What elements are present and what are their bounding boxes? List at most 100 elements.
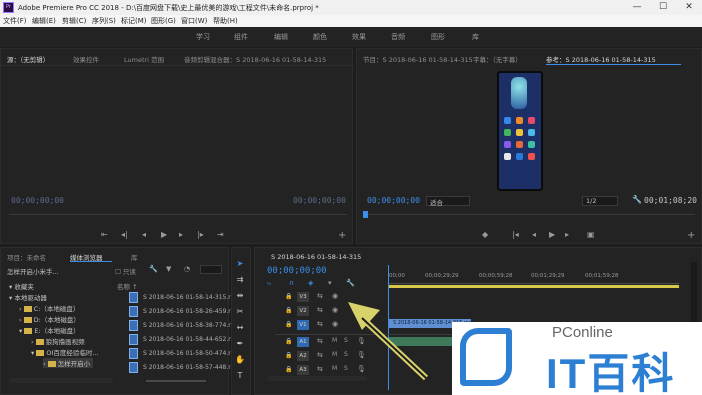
menu-window[interactable]: 窗口(W) (181, 16, 207, 26)
play-icon[interactable]: ▶ (161, 230, 167, 239)
tree-item[interactable]: ▾ E:（本地磁盘） (19, 325, 80, 335)
file-item[interactable]: S 2018-06-16 01-58-14-315.r (143, 294, 231, 301)
tree-item[interactable]: ▾ 收藏夹 (9, 281, 34, 291)
sync-lock-icon[interactable]: ⇆ (317, 365, 323, 373)
view-icon[interactable]: ◔ (184, 265, 190, 273)
file-item[interactable]: S 2018-06-16 01-58-50-474.r (143, 350, 231, 357)
mark-in-icon[interactable]: ⇤ (101, 230, 108, 239)
program-timecode[interactable]: 00;00;00;00 (367, 196, 420, 205)
add-button-icon[interactable]: + (338, 230, 346, 241)
lock-icon[interactable]: 🔒 (285, 307, 292, 314)
workspace-graphics[interactable]: 图形 (431, 32, 445, 42)
snap-icon[interactable]: ⤷ (267, 279, 271, 288)
menu-help[interactable]: 帮助(H) (213, 16, 238, 26)
file-item[interactable]: S 2018-06-16 01-58-26-459.r (143, 308, 231, 315)
fit-dropdown[interactable]: 适合 (426, 196, 470, 207)
workspace-editing[interactable]: 编辑 (274, 32, 288, 42)
menu-file[interactable]: 文件(F) (3, 16, 27, 26)
tab-effect-controls[interactable]: 效果控件 (73, 54, 99, 64)
tab-reference[interactable]: 参考：S 2018-06-16 01-58-14-315 (546, 54, 656, 64)
source-scrub-bar[interactable] (9, 214, 347, 215)
file-item[interactable]: S 2018-06-16 01-58-57-448.r (143, 364, 231, 371)
add-button-icon[interactable]: + (687, 230, 695, 241)
tree-item-selected[interactable]: › 怎样开启小 (43, 358, 94, 368)
lock-icon[interactable]: 🔒 (285, 352, 292, 359)
time-ruler[interactable] (389, 283, 679, 284)
play-icon[interactable]: ▶ (549, 230, 555, 239)
workspace-learn[interactable]: 学习 (196, 32, 210, 42)
program-scrub-bar[interactable] (365, 214, 695, 215)
tab-lumetri-scopes[interactable]: Lumetri 范围 (124, 54, 164, 64)
linked-selection-icon[interactable]: ∩ (289, 279, 294, 287)
workspace-effects[interactable]: 效果 (352, 32, 366, 42)
marker-icon[interactable]: ◆ (482, 230, 488, 239)
selection-tool-icon[interactable]: ➤ (235, 259, 245, 269)
tab-captions[interactable]: 字幕：（无字幕） (473, 54, 522, 64)
track-select-tool-icon[interactable]: ⇉ (235, 275, 245, 285)
lock-icon[interactable]: 🔒 (285, 293, 292, 300)
export-frame-icon[interactable]: ▣ (587, 230, 595, 239)
wrench-icon[interactable]: 🔧 (632, 195, 642, 204)
workspace-audio[interactable]: 音频 (391, 32, 405, 42)
eye-icon[interactable]: ◉ (332, 306, 338, 314)
step-back-icon[interactable]: ◂| (121, 230, 128, 239)
minimize-button[interactable]: — (624, 0, 650, 15)
razor-tool-icon[interactable]: ✂ (235, 307, 245, 317)
sync-lock-icon[interactable]: ⇆ (317, 292, 323, 300)
sync-lock-icon[interactable]: ⇆ (317, 337, 323, 345)
settings-wrench-icon[interactable]: 🔧 (346, 279, 355, 287)
menu-edit[interactable]: 编辑(E) (32, 16, 56, 26)
step-forward-frame-icon[interactable]: ▸ (179, 230, 183, 239)
step-forward-icon[interactable]: |▸ (197, 230, 204, 239)
track-label-v1[interactable]: V1 (297, 320, 309, 330)
tree-item[interactable]: ▾ OI百度经验临时... (31, 347, 99, 357)
tree-item[interactable]: › C:（本地磁盘） (19, 303, 79, 313)
readonly-checkbox[interactable]: ☐ 只读 (115, 266, 136, 276)
slip-tool-icon[interactable]: ↔ (235, 323, 245, 333)
track-label-a2[interactable]: A2 (297, 351, 309, 361)
type-tool-icon[interactable]: T (235, 371, 245, 381)
work-area-bar[interactable] (389, 285, 679, 288)
sync-lock-icon[interactable]: ⇆ (317, 320, 323, 328)
name-column-header[interactable]: 名称 ↑ (117, 281, 138, 291)
workspace-color[interactable]: 颜色 (313, 32, 327, 42)
playhead-marker[interactable] (363, 211, 368, 218)
sync-lock-icon[interactable]: ⇆ (317, 351, 323, 359)
tab-sequence[interactable]: S 2018-06-16 01-58-14-315 (271, 253, 361, 261)
lock-icon[interactable]: 🔒 (285, 321, 292, 328)
path-dropdown[interactable]: 怎样开启小米手... (7, 266, 87, 276)
tab-program[interactable]: 节目：S 2018-06-16 01-58-14-315 (363, 54, 473, 64)
source-timecode-in[interactable]: 00;00;00;00 (11, 196, 64, 205)
tree-item[interactable]: › D:（本地磁盘） (19, 314, 80, 324)
track-label-v3[interactable]: V3 (297, 292, 309, 302)
add-marker-icon[interactable]: ◈ (308, 279, 313, 287)
workspace-assembly[interactable]: 组件 (234, 32, 248, 42)
tab-source[interactable]: 源：（无剪辑） (7, 54, 49, 64)
insert-icon[interactable]: ⇥ (217, 230, 224, 239)
pen-tool-icon[interactable]: ✒ (235, 339, 245, 349)
tree-item[interactable]: › 狼狗撸画视频 (31, 336, 85, 346)
tree-item[interactable]: ▾ 本地驱动器 (9, 292, 47, 302)
maximize-button[interactable]: ☐ (650, 0, 676, 15)
eye-icon[interactable]: ◉ (332, 292, 338, 300)
hand-tool-icon[interactable]: ✋ (235, 355, 245, 365)
menu-marker[interactable]: 标记(M) (121, 16, 147, 26)
tab-project[interactable]: 项目：未命名 (7, 252, 46, 262)
menu-graphics[interactable]: 图形(G) (151, 16, 176, 26)
track-label-a3[interactable]: A3 (297, 365, 309, 375)
go-to-in-icon[interactable]: |◂ (512, 230, 519, 239)
timeline-timecode[interactable]: 00;00;00;00 (267, 266, 327, 276)
wrench-icon[interactable]: 🔧 (149, 265, 158, 273)
tab-libraries[interactable]: 库 (131, 252, 138, 262)
menu-clip[interactable]: 剪辑(C) (62, 16, 86, 26)
ripple-edit-tool-icon[interactable]: ⇹ (235, 291, 245, 301)
lock-icon[interactable]: 🔒 (285, 366, 292, 373)
track-label-v2[interactable]: V2 (297, 306, 309, 316)
eye-icon[interactable]: ◉ (332, 320, 338, 328)
mute-button[interactable]: M (332, 351, 337, 358)
step-back-frame-icon[interactable]: ◂ (142, 230, 146, 239)
close-button[interactable]: ✕ (676, 0, 702, 15)
lock-icon[interactable]: 🔒 (285, 338, 292, 345)
horizontal-scrollbar[interactable] (9, 378, 113, 383)
sync-lock-icon[interactable]: ⇆ (317, 306, 323, 314)
